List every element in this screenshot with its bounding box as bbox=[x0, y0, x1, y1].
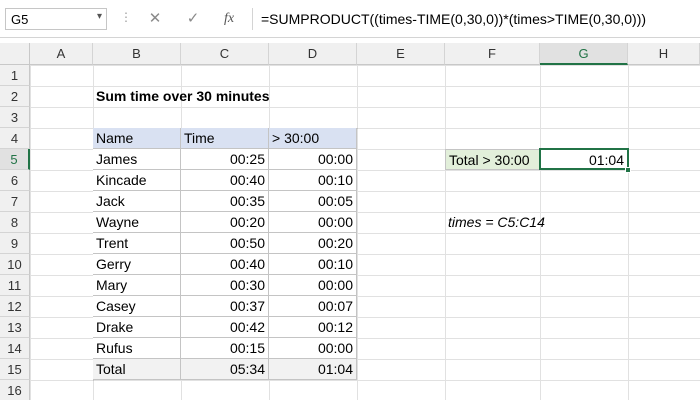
name-cell[interactable]: James bbox=[93, 149, 181, 170]
time-cell[interactable]: 00:37 bbox=[181, 296, 269, 317]
row-header-10[interactable]: 10 bbox=[0, 254, 30, 275]
column-header-a[interactable]: A bbox=[30, 43, 93, 65]
cancel-icon[interactable]: ✕ bbox=[142, 8, 168, 30]
summary-label[interactable]: Total > 30:00 bbox=[445, 149, 540, 170]
over-cell[interactable]: 00:20 bbox=[269, 233, 357, 254]
over-cell[interactable]: 00:07 bbox=[269, 296, 357, 317]
column-header-g[interactable]: G bbox=[540, 43, 628, 65]
row-header-11[interactable]: 11 bbox=[0, 275, 30, 296]
row-header-3[interactable]: 3 bbox=[0, 107, 30, 128]
formula-text: =SUMPRODUCT((times-TIME(0,30,0))*(times>… bbox=[261, 11, 647, 27]
formula-bar: G5 ▾ ⋮ ✕ ✓ fx =SUMPRODUCT((times-TIME(0,… bbox=[0, 0, 700, 38]
time-cell[interactable]: 00:35 bbox=[181, 191, 269, 212]
row-header-8[interactable]: 8 bbox=[0, 212, 30, 233]
row-header-15[interactable]: 15 bbox=[0, 359, 30, 380]
name-cell[interactable]: Mary bbox=[93, 275, 181, 296]
row-header-1[interactable]: 1 bbox=[0, 65, 30, 86]
name-cell[interactable]: Kincade bbox=[93, 170, 181, 191]
over-cell[interactable]: 00:00 bbox=[269, 212, 357, 233]
name-cell[interactable]: Rufus bbox=[93, 338, 181, 359]
row-header-14[interactable]: 14 bbox=[0, 338, 30, 359]
insert-function-icon[interactable]: fx bbox=[216, 8, 242, 30]
grip-icon: ⋮ bbox=[120, 10, 132, 24]
column-header-e[interactable]: E bbox=[357, 43, 445, 65]
column-header-b[interactable]: B bbox=[93, 43, 181, 65]
over-cell[interactable]: 00:00 bbox=[269, 275, 357, 296]
total-time[interactable]: 05:34 bbox=[181, 359, 269, 380]
formula-input[interactable]: =SUMPRODUCT((times-TIME(0,30,0))*(times>… bbox=[252, 8, 698, 30]
row-header-5[interactable]: 5 bbox=[0, 149, 30, 170]
name-cell[interactable]: Drake bbox=[93, 317, 181, 338]
over-cell[interactable]: 00:05 bbox=[269, 191, 357, 212]
active-cell-g5[interactable]: 01:04 bbox=[539, 148, 629, 170]
row-header-13[interactable]: 13 bbox=[0, 317, 30, 338]
row-header-16[interactable]: 16 bbox=[0, 380, 30, 400]
time-cell[interactable]: 00:15 bbox=[181, 338, 269, 359]
gridline bbox=[628, 65, 629, 400]
name-box-value: G5 bbox=[11, 12, 29, 27]
column-header-h[interactable]: H bbox=[628, 43, 700, 65]
row-header-7[interactable]: 7 bbox=[0, 191, 30, 212]
time-cell[interactable]: 00:50 bbox=[181, 233, 269, 254]
total-over[interactable]: 01:04 bbox=[269, 359, 357, 380]
select-all-corner[interactable] bbox=[0, 43, 30, 65]
name-box[interactable]: G5 ▾ bbox=[5, 8, 107, 30]
column-header-c[interactable]: C bbox=[181, 43, 269, 65]
row-header-12[interactable]: 12 bbox=[0, 296, 30, 317]
over-cell[interactable]: 00:10 bbox=[269, 254, 357, 275]
time-cell[interactable]: 00:42 bbox=[181, 317, 269, 338]
name-cell[interactable]: Wayne bbox=[93, 212, 181, 233]
name-cell[interactable]: Jack bbox=[93, 191, 181, 212]
chevron-down-icon[interactable]: ▾ bbox=[97, 11, 102, 22]
column-header-f[interactable]: F bbox=[445, 43, 540, 65]
time-cell[interactable]: 00:25 bbox=[181, 149, 269, 170]
name-cell[interactable]: Trent bbox=[93, 233, 181, 254]
table-header-name[interactable]: Name bbox=[93, 128, 181, 149]
total-label[interactable]: Total bbox=[93, 359, 181, 380]
row-header-6[interactable]: 6 bbox=[0, 170, 30, 191]
named-range-note[interactable]: times = C5:C14 bbox=[445, 212, 625, 233]
over-cell[interactable]: 00:12 bbox=[269, 317, 357, 338]
sheet-title[interactable]: Sum time over 30 minutes bbox=[93, 86, 353, 107]
over-cell[interactable]: 00:00 bbox=[269, 338, 357, 359]
name-cell[interactable]: Casey bbox=[93, 296, 181, 317]
row-header-4[interactable]: 4 bbox=[0, 128, 30, 149]
time-cell[interactable]: 00:40 bbox=[181, 254, 269, 275]
column-header-d[interactable]: D bbox=[269, 43, 357, 65]
over-cell[interactable]: 00:10 bbox=[269, 170, 357, 191]
name-cell[interactable]: Gerry bbox=[93, 254, 181, 275]
fill-handle[interactable] bbox=[625, 167, 631, 173]
over-cell[interactable]: 00:00 bbox=[269, 149, 357, 170]
time-cell[interactable]: 00:30 bbox=[181, 275, 269, 296]
time-cell[interactable]: 00:40 bbox=[181, 170, 269, 191]
row-header-9[interactable]: 9 bbox=[0, 233, 30, 254]
enter-icon[interactable]: ✓ bbox=[180, 8, 206, 30]
table-header-over[interactable]: > 30:00 bbox=[269, 128, 357, 149]
row-header-2[interactable]: 2 bbox=[0, 86, 30, 107]
table-header-time[interactable]: Time bbox=[181, 128, 269, 149]
time-cell[interactable]: 00:20 bbox=[181, 212, 269, 233]
